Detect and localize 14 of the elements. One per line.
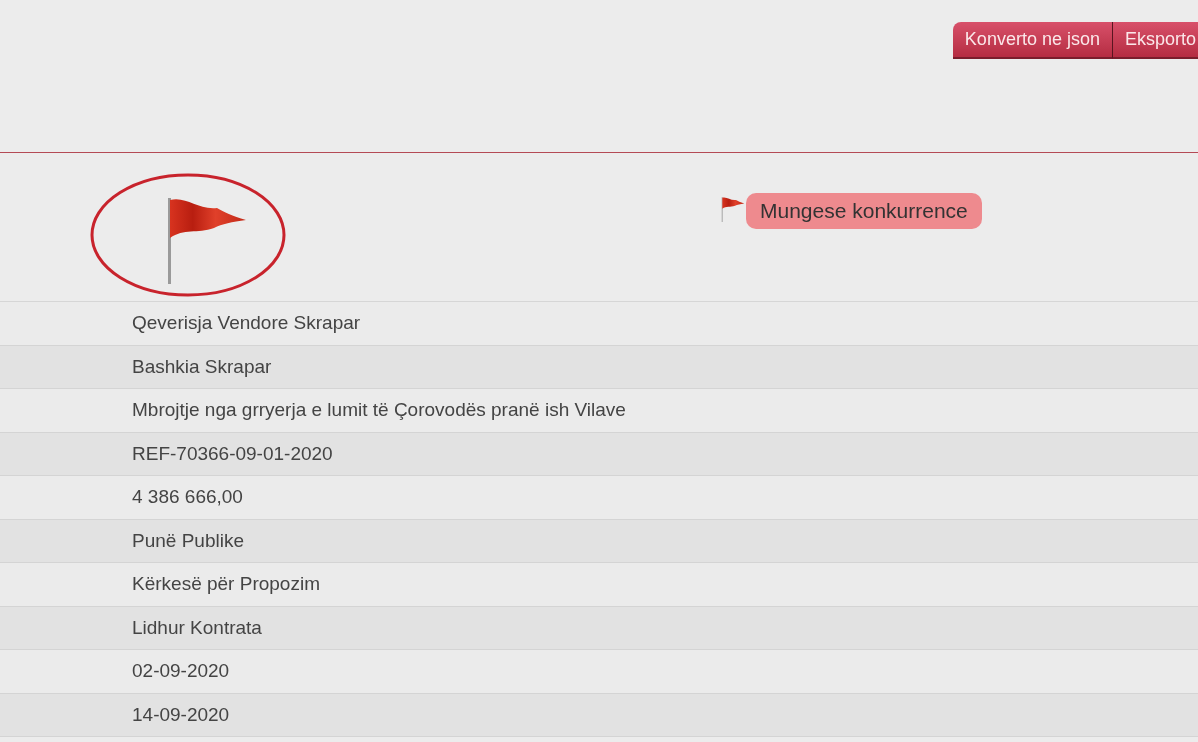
- toolbar-button[interactable]: Konverto ne json: [952, 22, 1112, 59]
- table-cell-text: 02-09-2020: [132, 659, 230, 683]
- flag-icon: [720, 195, 746, 223]
- table-cell-text: Lidhur Kontrata: [132, 615, 262, 640]
- table-cell-text: 4 386 666,00: [132, 485, 243, 509]
- flag-label: Mungese konkurrence: [746, 193, 982, 229]
- table-cell-text: Kërkesë për Propozim: [132, 572, 320, 596]
- toolbar-button[interactable]: Eksporto: [1111, 22, 1198, 59]
- table-cell-text: Mbrojtje nga grryerja e lumit të Çorovodës pranë ish Vilave: [132, 398, 626, 422]
- table-cell-text: Bashkia Skrapar: [132, 354, 272, 379]
- table-cell-text: 14-09-2020: [132, 702, 230, 727]
- table-cell-text: Punë Publike: [132, 528, 244, 553]
- table-cell-text: REF-70366-09-01-2020: [132, 441, 333, 466]
- table-cell-text: Qeverisja Vendore Skrapar: [132, 311, 361, 335]
